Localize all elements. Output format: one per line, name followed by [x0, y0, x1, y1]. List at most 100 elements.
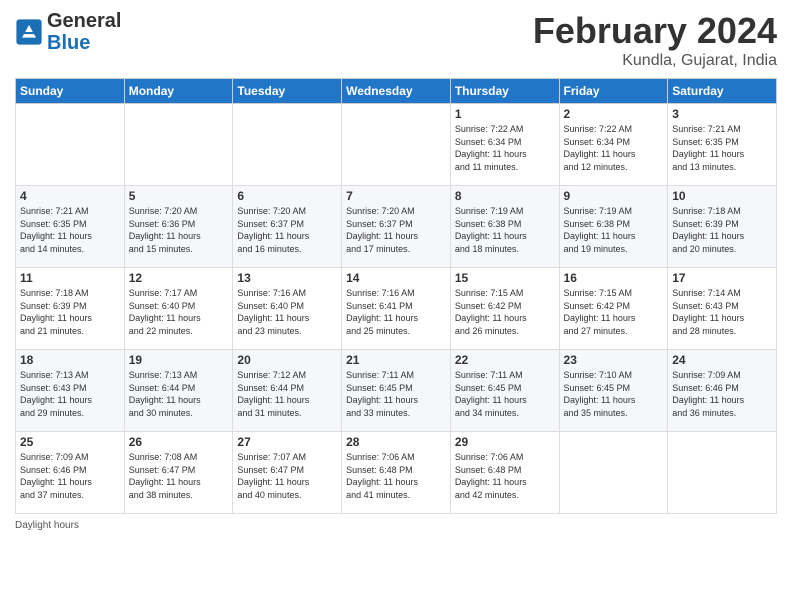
day-info: Sunrise: 7:08 AM Sunset: 6:47 PM Dayligh…	[129, 451, 229, 501]
day-number: 26	[129, 435, 229, 449]
day-info: Sunrise: 7:17 AM Sunset: 6:40 PM Dayligh…	[129, 287, 229, 337]
day-info: Sunrise: 7:18 AM Sunset: 6:39 PM Dayligh…	[20, 287, 120, 337]
calendar-cell: 28 Sunrise: 7:06 AM Sunset: 6:48 PM Dayli…	[342, 432, 451, 514]
day-number: 3	[672, 107, 772, 121]
day-info: Sunrise: 7:13 AM Sunset: 6:44 PM Dayligh…	[129, 369, 229, 419]
logo-blue: Blue	[47, 32, 121, 54]
day-info: Sunrise: 7:20 AM Sunset: 6:37 PM Dayligh…	[346, 205, 446, 255]
day-number: 14	[346, 271, 446, 285]
day-info: Sunrise: 7:10 AM Sunset: 6:45 PM Dayligh…	[564, 369, 664, 419]
calendar-cell	[124, 104, 233, 186]
calendar-cell: 16 Sunrise: 7:15 AM Sunset: 6:42 PM Dayli…	[559, 268, 668, 350]
calendar-cell: 4 Sunrise: 7:21 AM Sunset: 6:35 PM Daylig…	[16, 186, 125, 268]
calendar-cell: 26 Sunrise: 7:08 AM Sunset: 6:47 PM Dayli…	[124, 432, 233, 514]
day-number: 29	[455, 435, 555, 449]
logo-general: General	[47, 10, 121, 32]
day-info: Sunrise: 7:15 AM Sunset: 6:42 PM Dayligh…	[564, 287, 664, 337]
calendar-cell: 2 Sunrise: 7:22 AM Sunset: 6:34 PM Daylig…	[559, 104, 668, 186]
calendar-cell: 1 Sunrise: 7:22 AM Sunset: 6:34 PM Daylig…	[450, 104, 559, 186]
calendar-cell: 23 Sunrise: 7:10 AM Sunset: 6:45 PM Dayli…	[559, 350, 668, 432]
calendar-cell	[16, 104, 125, 186]
logo-text: General Blue	[47, 10, 121, 54]
weekday-header-monday: Monday	[124, 79, 233, 104]
weekday-header-row: SundayMondayTuesdayWednesdayThursdayFrid…	[16, 79, 777, 104]
day-number: 6	[237, 189, 337, 203]
calendar-cell	[342, 104, 451, 186]
day-info: Sunrise: 7:18 AM Sunset: 6:39 PM Dayligh…	[672, 205, 772, 255]
day-info: Sunrise: 7:09 AM Sunset: 6:46 PM Dayligh…	[20, 451, 120, 501]
day-info: Sunrise: 7:21 AM Sunset: 6:35 PM Dayligh…	[672, 123, 772, 173]
day-number: 16	[564, 271, 664, 285]
logo: General Blue	[15, 10, 121, 54]
day-info: Sunrise: 7:22 AM Sunset: 6:34 PM Dayligh…	[455, 123, 555, 173]
day-number: 17	[672, 271, 772, 285]
day-info: Sunrise: 7:22 AM Sunset: 6:34 PM Dayligh…	[564, 123, 664, 173]
calendar-cell: 9 Sunrise: 7:19 AM Sunset: 6:38 PM Daylig…	[559, 186, 668, 268]
day-number: 10	[672, 189, 772, 203]
calendar-cell: 5 Sunrise: 7:20 AM Sunset: 6:36 PM Daylig…	[124, 186, 233, 268]
month-title: February 2024	[533, 10, 777, 52]
location: Kundla, Gujarat, India	[533, 52, 777, 70]
day-number: 7	[346, 189, 446, 203]
calendar-week-row: 11Sunrise: 7:18 AM Sunset: 6:39 PM Dayli…	[16, 268, 777, 350]
weekday-header-sunday: Sunday	[16, 79, 125, 104]
calendar-cell: 10 Sunrise: 7:18 AM Sunset: 6:39 PM Dayli…	[668, 186, 777, 268]
calendar-cell: 3 Sunrise: 7:21 AM Sunset: 6:35 PM Daylig…	[668, 104, 777, 186]
day-number: 25	[20, 435, 120, 449]
calendar-cell	[559, 432, 668, 514]
calendar-cell: 6 Sunrise: 7:20 AM Sunset: 6:37 PM Daylig…	[233, 186, 342, 268]
footer: Daylight hours	[15, 520, 777, 531]
day-number: 8	[455, 189, 555, 203]
calendar-cell: 18 Sunrise: 7:13 AM Sunset: 6:43 PM Dayli…	[16, 350, 125, 432]
day-info: Sunrise: 7:07 AM Sunset: 6:47 PM Dayligh…	[237, 451, 337, 501]
day-info: Sunrise: 7:19 AM Sunset: 6:38 PM Dayligh…	[455, 205, 555, 255]
day-info: Sunrise: 7:09 AM Sunset: 6:46 PM Dayligh…	[672, 369, 772, 419]
day-info: Sunrise: 7:20 AM Sunset: 6:36 PM Dayligh…	[129, 205, 229, 255]
day-number: 15	[455, 271, 555, 285]
day-info: Sunrise: 7:19 AM Sunset: 6:38 PM Dayligh…	[564, 205, 664, 255]
calendar-week-row: 1 Sunrise: 7:22 AM Sunset: 6:34 PM Daylig…	[16, 104, 777, 186]
daylight-label: Daylight hours	[15, 520, 79, 531]
calendar-table: SundayMondayTuesdayWednesdayThursdayFrid…	[15, 78, 777, 514]
day-info: Sunrise: 7:12 AM Sunset: 6:44 PM Dayligh…	[237, 369, 337, 419]
calendar-cell: 29 Sunrise: 7:06 AM Sunset: 6:48 PM Dayli…	[450, 432, 559, 514]
day-number: 23	[564, 353, 664, 367]
day-info: Sunrise: 7:14 AM Sunset: 6:43 PM Dayligh…	[672, 287, 772, 337]
calendar-cell: 13 Sunrise: 7:16 AM Sunset: 6:40 PM Dayli…	[233, 268, 342, 350]
day-number: 13	[237, 271, 337, 285]
weekday-header-tuesday: Tuesday	[233, 79, 342, 104]
day-number: 18	[20, 353, 120, 367]
calendar-week-row: 18 Sunrise: 7:13 AM Sunset: 6:43 PM Dayli…	[16, 350, 777, 432]
calendar-cell: 12 Sunrise: 7:17 AM Sunset: 6:40 PM Dayli…	[124, 268, 233, 350]
day-info: Sunrise: 7:16 AM Sunset: 6:41 PM Dayligh…	[346, 287, 446, 337]
weekday-header-wednesday: Wednesday	[342, 79, 451, 104]
calendar-cell: 17 Sunrise: 7:14 AM Sunset: 6:43 PM Dayli…	[668, 268, 777, 350]
calendar-cell: 14 Sunrise: 7:16 AM Sunset: 6:41 PM Dayli…	[342, 268, 451, 350]
weekday-header-friday: Friday	[559, 79, 668, 104]
day-info: Sunrise: 7:15 AM Sunset: 6:42 PM Dayligh…	[455, 287, 555, 337]
day-info: Sunrise: 7:16 AM Sunset: 6:40 PM Dayligh…	[237, 287, 337, 337]
day-number: 20	[237, 353, 337, 367]
calendar-cell: 25 Sunrise: 7:09 AM Sunset: 6:46 PM Dayli…	[16, 432, 125, 514]
day-info: Sunrise: 7:11 AM Sunset: 6:45 PM Dayligh…	[346, 369, 446, 419]
day-number: 2	[564, 107, 664, 121]
day-info: Sunrise: 7:13 AM Sunset: 6:43 PM Dayligh…	[20, 369, 120, 419]
day-info: Sunrise: 7:11 AM Sunset: 6:45 PM Dayligh…	[455, 369, 555, 419]
day-number: 27	[237, 435, 337, 449]
day-number: 4	[20, 189, 120, 203]
header: General Blue February 2024 Kundla, Gujar…	[15, 10, 777, 70]
day-number: 9	[564, 189, 664, 203]
calendar-cell	[668, 432, 777, 514]
logo-icon	[15, 18, 43, 46]
day-number: 12	[129, 271, 229, 285]
day-number: 1	[455, 107, 555, 121]
calendar-cell: 20 Sunrise: 7:12 AM Sunset: 6:44 PM Dayli…	[233, 350, 342, 432]
day-info: Sunrise: 7:06 AM Sunset: 6:48 PM Dayligh…	[455, 451, 555, 501]
calendar-cell: 22Sunrise: 7:11 AM Sunset: 6:45 PM Dayli…	[450, 350, 559, 432]
day-info: Sunrise: 7:20 AM Sunset: 6:37 PM Dayligh…	[237, 205, 337, 255]
day-number: 28	[346, 435, 446, 449]
day-info: Sunrise: 7:21 AM Sunset: 6:35 PM Dayligh…	[20, 205, 120, 255]
day-number: 5	[129, 189, 229, 203]
calendar-container: General Blue February 2024 Kundla, Gujar…	[0, 0, 792, 541]
day-info: Sunrise: 7:06 AM Sunset: 6:48 PM Dayligh…	[346, 451, 446, 501]
